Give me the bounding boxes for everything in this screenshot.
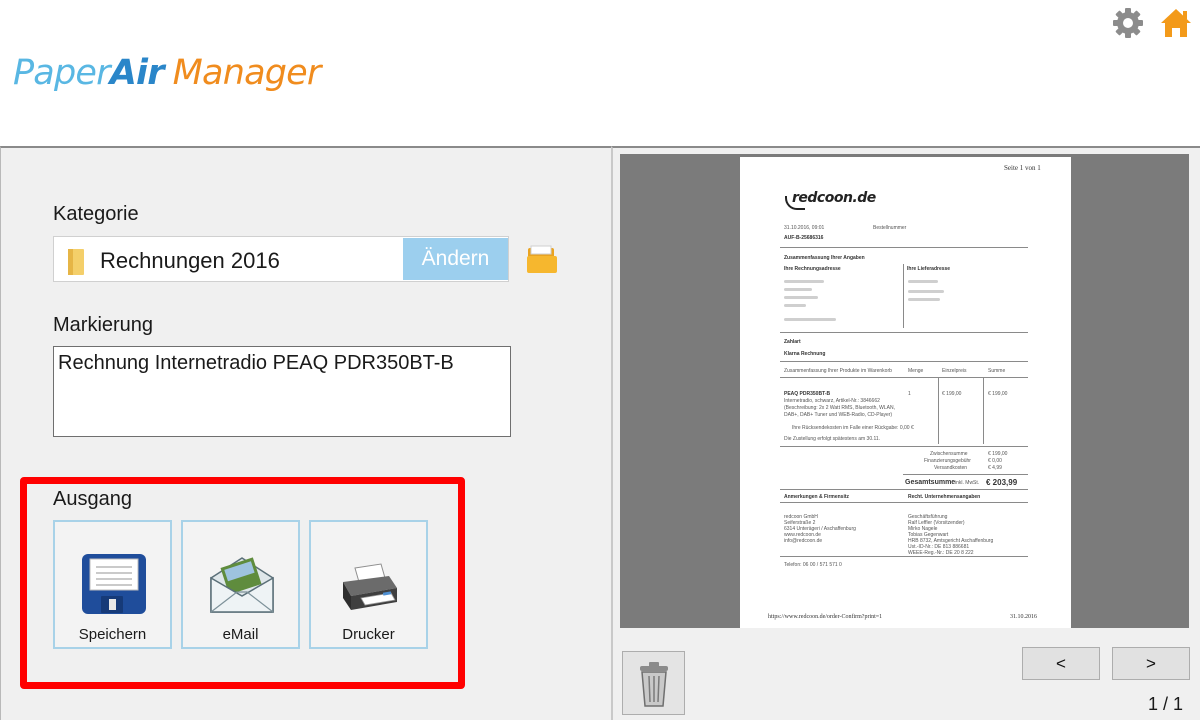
doc-note: Die Zustellung erfolgt spätestens am 30.…: [784, 436, 881, 442]
markierung-input[interactable]: Rechnung Internetradio PEAQ PDR350BT-B: [53, 346, 511, 437]
doc-rule: [780, 361, 1028, 362]
save-button[interactable]: Speichern: [53, 520, 172, 649]
printer-icon: [343, 563, 397, 610]
doc-redacted: [908, 298, 940, 301]
doc-redacted: [784, 288, 812, 291]
doc-unit-price: € 199,00: [942, 391, 962, 397]
doc-payment-heading: Zahlart: [784, 339, 801, 345]
doc-divider: [903, 264, 904, 328]
home-icon[interactable]: [1159, 6, 1193, 40]
doc-col-total: Summe: [988, 368, 1006, 374]
doc-company-line: info@redcoon.de: [784, 538, 823, 544]
kategorie-value: Rechnungen 2016: [100, 248, 280, 273]
doc-company-heading: Anmerkungen & Firmensitz: [784, 494, 850, 500]
doc-rule: [780, 489, 1028, 490]
redcoon-logo: redcoon.de: [792, 190, 876, 206]
doc-qty: 1: [908, 391, 911, 397]
preview-footer-url: https://www.redcoon.de/order-Confirm?pri…: [768, 614, 883, 620]
doc-line-total: € 199,00: [988, 391, 1008, 397]
email-button-label: eMail: [222, 626, 259, 643]
doc-grand-total-label: Gesamtsumme: [905, 479, 956, 486]
doc-product-line: DAB+, DAB+ Tuner und WEB-Radio, CD-Playe…: [784, 412, 893, 418]
markierung-label: Markierung: [53, 314, 154, 336]
doc-rule: [903, 474, 1028, 475]
doc-product-line: (Beschreibung: 2x 2 Watt RMS, Bluetooth,…: [784, 405, 895, 411]
doc-rule: [780, 502, 1028, 503]
next-page-button[interactable]: >: [1112, 647, 1190, 680]
previous-page-button[interactable]: <: [1022, 647, 1100, 680]
logo-paper: Paper: [13, 53, 111, 93]
paperair-manager-window: PaperAir Manager Kategorie Rechnungen 201…: [0, 0, 1200, 720]
doc-shipping: € 4,99: [988, 465, 1002, 471]
doc-divider: [983, 378, 984, 444]
doc-order-number: AUF-B-25686316: [784, 235, 824, 241]
printer-button-label: Drucker: [342, 626, 395, 643]
doc-order-label: Bestellnummer: [873, 225, 907, 231]
doc-col-qty: Menge: [908, 368, 924, 374]
doc-phone-line: Telefon: 06 00 / 571 571 0: [784, 562, 842, 568]
gear-icon[interactable]: [1111, 6, 1145, 40]
doc-rule: [780, 332, 1028, 333]
envelope-icon: [210, 557, 274, 613]
preview-footer-date: 31.10.2016: [1010, 614, 1037, 620]
doc-vat-note: inkl. MwSt.: [955, 480, 980, 486]
doc-rule: [780, 446, 1028, 447]
doc-fee-label: Finanzierungsgebühr: [924, 458, 971, 464]
doc-redacted: [908, 280, 938, 283]
doc-note: Ihre Rücksendekosten im Falle einer Rück…: [792, 425, 914, 431]
logo-manager: Manager: [172, 53, 322, 93]
doc-summary-heading: Zusammenfassung Ihrer Angaben: [784, 255, 865, 261]
delete-button[interactable]: [622, 651, 685, 715]
doc-redacted: [784, 280, 824, 283]
email-button[interactable]: eMail: [181, 520, 300, 649]
doc-legal-heading: Recht. Unternehmensangaben: [908, 494, 981, 500]
doc-shipping-label: Versandkosten: [934, 465, 968, 471]
app-logo: PaperAir Manager: [13, 50, 322, 96]
page-counter: 1 / 1: [1148, 694, 1184, 714]
save-button-label: Speichern: [78, 626, 147, 643]
doc-rule: [780, 377, 1028, 378]
doc-product-name: PEAQ PDR350BT-B: [784, 391, 831, 397]
doc-payment-value: Klarna Rechnung: [784, 351, 826, 357]
doc-grand-total: € 203,99: [986, 478, 1018, 487]
open-folder-icon[interactable]: [526, 244, 558, 276]
doc-delivery-heading: Ihre Lieferadresse: [907, 266, 951, 272]
doc-subtotal: € 199,00: [988, 451, 1008, 457]
doc-divider: [938, 378, 939, 444]
doc-rule: [780, 556, 1028, 557]
doc-rule: [780, 247, 1028, 248]
doc-redacted: [908, 290, 944, 293]
doc-col-price: Einzelpreis: [942, 368, 967, 374]
doc-order-date: 31.10.2016, 09:01: [784, 225, 825, 231]
doc-billing-heading: Ihre Rechnungsadresse: [784, 266, 841, 272]
doc-redacted: [784, 304, 806, 307]
doc-subtotal-label: Zwischensumme: [930, 451, 968, 457]
kategorie-label: Kategorie: [53, 203, 139, 225]
floppy-disk-icon: [82, 554, 146, 614]
trash-can-icon: [640, 662, 668, 707]
doc-redacted: [784, 296, 818, 299]
doc-fee: € 0,00: [988, 458, 1002, 464]
doc-product-line: Internetradio, schwarz, Artikel-Nr.: 384…: [784, 398, 880, 404]
logo-air: Air: [109, 53, 165, 93]
folder-icon: [68, 249, 84, 275]
ausgang-label: Ausgang: [53, 488, 132, 510]
printer-button[interactable]: Drucker: [309, 520, 428, 649]
doc-redacted: [784, 318, 836, 321]
doc-products-heading: Zusammenfassung Ihrer Produkte im Warenk…: [784, 368, 892, 374]
preview-page-header: Seite 1 von 1: [1004, 164, 1041, 172]
change-category-button[interactable]: Ändern: [403, 238, 508, 280]
